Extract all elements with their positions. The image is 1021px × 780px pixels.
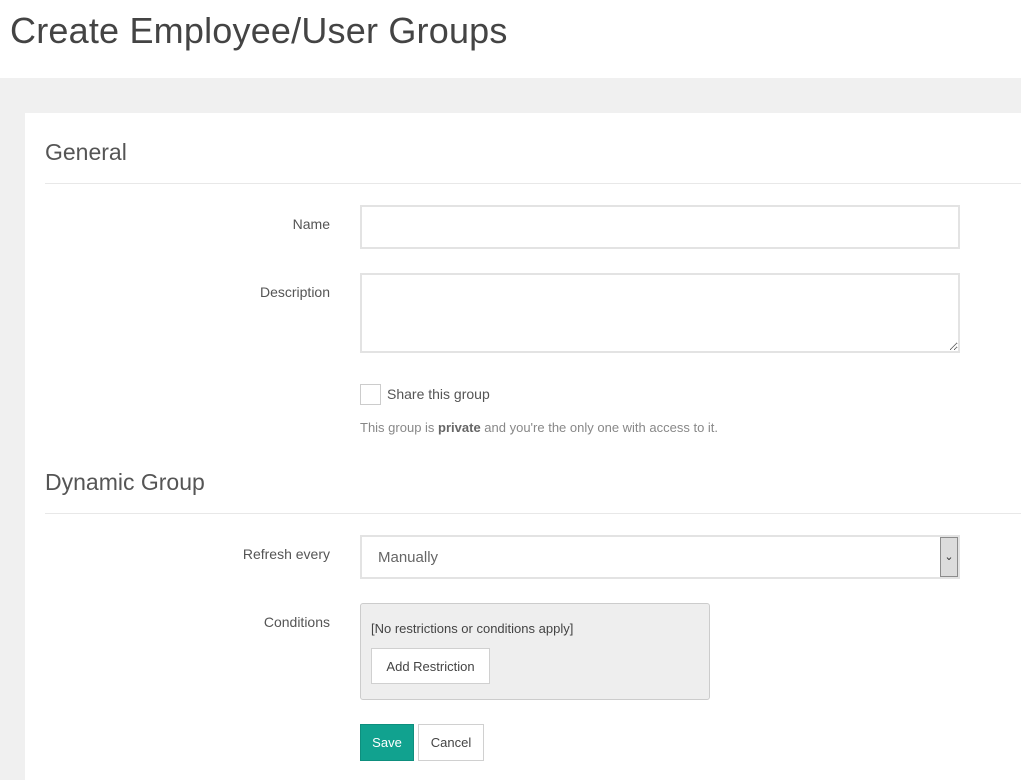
- section-title-dynamic-group: Dynamic Group: [45, 469, 205, 495]
- help-text-prefix: This group is: [360, 420, 439, 435]
- share-help-text: This group is private and you're the onl…: [360, 420, 718, 435]
- add-restriction-button[interactable]: Add Restriction: [371, 648, 490, 684]
- refresh-every-value: Manually: [378, 549, 439, 566]
- conditions-box: [No restrictions or conditions apply] Ad…: [360, 603, 710, 700]
- conditions-status-text: [No restrictions or conditions apply]: [371, 621, 574, 636]
- name-label: Name: [292, 216, 330, 232]
- section-divider-dynamic-group: [45, 513, 1021, 514]
- refresh-every-select[interactable]: Manually ⌄: [360, 535, 960, 579]
- help-text-private: private: [438, 420, 481, 435]
- conditions-label: Conditions: [263, 614, 330, 630]
- share-group-checkbox[interactable]: [360, 384, 381, 405]
- section-title-general: General: [45, 139, 127, 165]
- chevron-down-icon[interactable]: ⌄: [940, 537, 958, 577]
- page-title: Create Employee/User Groups: [10, 10, 508, 51]
- page-header: Create Employee/User Groups: [0, 0, 1021, 78]
- name-input[interactable]: [360, 205, 960, 249]
- description-textarea[interactable]: [360, 273, 960, 353]
- refresh-every-label: Refresh every: [242, 546, 330, 562]
- help-text-suffix: and you're the only one with access to i…: [480, 420, 719, 435]
- description-label: Description: [259, 284, 330, 300]
- section-divider-general: [45, 183, 1021, 184]
- cancel-button[interactable]: Cancel: [418, 724, 484, 761]
- share-group-label[interactable]: Share this group: [387, 386, 490, 402]
- save-button[interactable]: Save: [360, 724, 414, 761]
